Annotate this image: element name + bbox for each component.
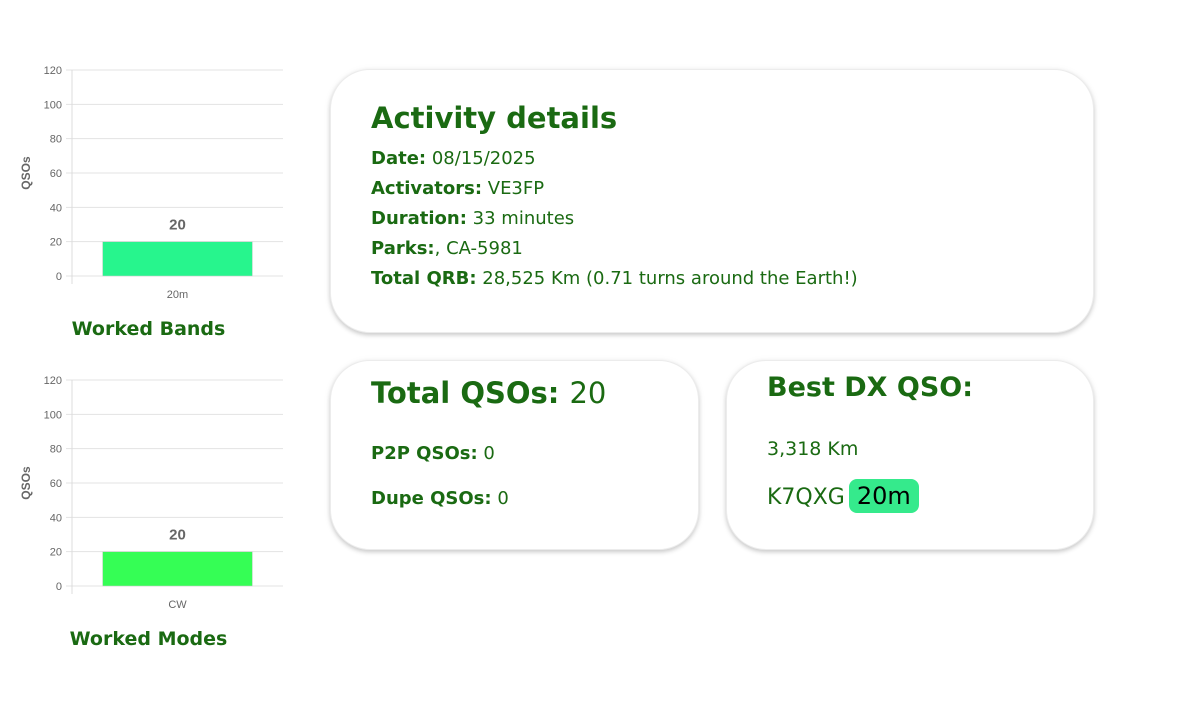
- bar: [102, 551, 253, 587]
- activity-date-row: Date: 08/15/2025: [371, 144, 1093, 174]
- y-tick-label: 80: [50, 134, 62, 146]
- activity-details-title: Activity details: [371, 101, 618, 135]
- date-value: 08/15/2025: [431, 148, 536, 169]
- best-dx-callsign-row: K7QXG 20m: [767, 479, 1093, 515]
- total-qsos-card: Total QSOs: 20 P2P QSOs: 0 Dupe QSOs: 0: [330, 360, 699, 550]
- best-dx-card: Best DX QSO: 3,318 Km K7QXG 20m: [726, 360, 1094, 550]
- worked-modes-chart-block: 0 20 40 60 80 100 120 QSOs 20 CW Worked Modes: [0, 370, 300, 660]
- worked-modes-chart: 0 20 40 60 80 100 120 QSOs 20 CW: [19, 375, 283, 611]
- date-label: Date:: [371, 148, 427, 169]
- bar-data-label: 20: [169, 527, 186, 544]
- x-tick-label: CW: [168, 599, 187, 611]
- qrb-label: Total QRB:: [371, 268, 477, 289]
- duration-value: 33 minutes: [472, 208, 575, 229]
- total-qsos-title: Total QSOs: 20: [371, 373, 698, 413]
- y-axis-label: QSOs: [19, 466, 33, 500]
- y-tick-label: 60: [50, 478, 62, 490]
- activity-activators-row: Activators: VE3FP: [371, 174, 1093, 204]
- worked-bands-chart-block: 0 20 40 60 80 100 120 QSOs 20 20m Worked Bands: [0, 60, 300, 350]
- x-tick-label: 20m: [167, 289, 188, 301]
- total-qsos-value: 20: [569, 376, 607, 410]
- worked-bands-chart: 0 20 40 60 80 100 120 QSOs 20 20m: [19, 65, 283, 301]
- p2p-qsos-label: P2P QSOs:: [371, 443, 478, 464]
- qrb-value: 28,525 Km (0.71 turns around the Earth!): [482, 268, 858, 289]
- y-axis-label: QSOs: [19, 156, 33, 190]
- y-tick-label: 80: [50, 444, 62, 456]
- best-dx-callsign: K7QXG: [767, 485, 845, 510]
- parks-value: , CA-5981: [434, 238, 523, 259]
- y-tick-label: 120: [44, 65, 62, 77]
- y-tick-label: 120: [44, 375, 62, 387]
- y-tick-label: 40: [50, 512, 62, 524]
- y-tick-label: 0: [56, 271, 62, 283]
- worked-bands-caption: Worked Bands: [71, 318, 226, 340]
- y-tick-label: 100: [44, 99, 62, 111]
- y-tick-label: 20: [50, 237, 62, 249]
- y-tick-label: 40: [50, 202, 62, 214]
- worked-modes-caption: Worked Modes: [69, 628, 228, 650]
- best-dx-title: Best DX QSO:: [767, 372, 974, 403]
- best-dx-distance: 3,318 Km: [767, 438, 859, 460]
- dupe-qsos-value: 0: [497, 488, 509, 509]
- bar: [102, 241, 253, 277]
- activators-value: VE3FP: [487, 178, 545, 199]
- dupe-qsos-row: Dupe QSOs: 0: [371, 484, 698, 514]
- dupe-qsos-label: Dupe QSOs:: [371, 488, 492, 509]
- y-tick-label: 0: [56, 581, 62, 593]
- p2p-qsos-value: 0: [483, 443, 495, 464]
- activity-details-card: Activity details Date: 08/15/2025 Activa…: [330, 69, 1094, 333]
- activity-parks-row: Parks:, CA-5981: [371, 234, 1093, 264]
- activity-qrb-row: Total QRB: 28,525 Km (0.71 turns around …: [371, 264, 1093, 294]
- y-tick-label: 60: [50, 168, 62, 180]
- p2p-qsos-row: P2P QSOs: 0: [371, 439, 698, 469]
- activity-duration-row: Duration: 33 minutes: [371, 204, 1093, 234]
- y-tick-label: 100: [44, 409, 62, 421]
- activators-label: Activators:: [371, 178, 483, 199]
- band-badge: 20m: [848, 479, 919, 513]
- y-tick-label: 20: [50, 547, 62, 559]
- bar-data-label: 20: [169, 217, 186, 234]
- parks-label: Parks:: [371, 238, 435, 259]
- total-qsos-label: Total QSOs:: [371, 376, 560, 410]
- duration-label: Duration:: [371, 208, 467, 229]
